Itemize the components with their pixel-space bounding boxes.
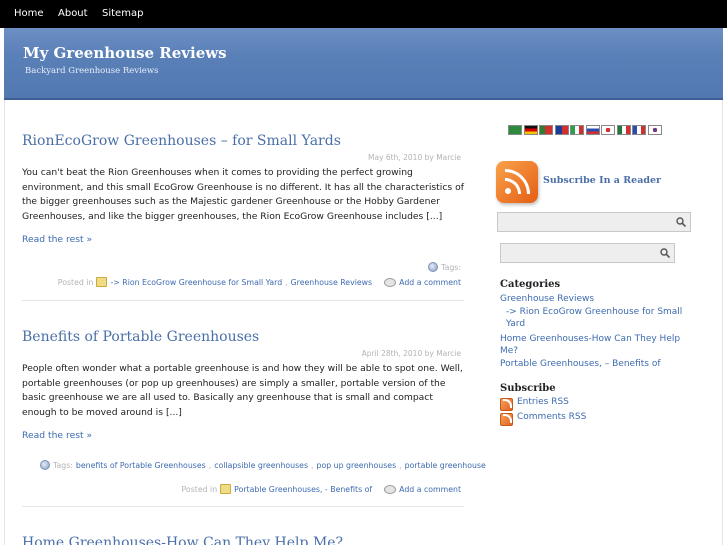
tag-link[interactable]: pop up greenhouses: [317, 461, 397, 470]
comments-rss-link[interactable]: Comments RSS: [517, 411, 586, 423]
germany-flag-icon[interactable]: [523, 125, 538, 135]
subscribe-heading: Subscribe: [500, 383, 556, 394]
category-link[interactable]: -> Rion EcoGrow Greenhouse for Small Yar…: [110, 278, 282, 287]
tags-label: Tags:: [441, 262, 461, 272]
comment-icon: [384, 277, 397, 287]
site-title[interactable]: My Greenhouse Reviews: [23, 44, 227, 62]
read-more-link[interactable]: Read the rest »: [22, 234, 92, 245]
post-excerpt: People often wonder what a portable gree…: [22, 363, 463, 418]
search-icon[interactable]: [676, 217, 686, 227]
folder-icon: [96, 277, 108, 287]
japan-flag-icon[interactable]: [601, 125, 615, 135]
post-footer: Posted in Portable Greenhouses, - Benefi…: [181, 484, 461, 494]
comment-icon: [384, 484, 397, 494]
tag-icon: [428, 262, 439, 272]
post-meta: April 28th, 2010 by Marcie: [362, 349, 461, 358]
search-box-secondary: [500, 243, 675, 263]
tag-icon: [40, 460, 50, 470]
post-date: April 28th, 2010 by: [361, 349, 434, 358]
posted-in-label: Posted in: [181, 484, 218, 494]
sidebar-category-portable[interactable]: Portable Greenhouses, – Benefits of: [500, 358, 661, 370]
site-header: My Greenhouse Reviews Backyard Greenhous…: [4, 28, 723, 100]
sidebar-category-rion-ecogrow[interactable]: -> Rion EcoGrow Greenhouse for Small Yar…: [506, 306, 696, 330]
post-title-home-greenhouses[interactable]: Home Greenhouses-How Can They Help Me?: [22, 535, 343, 545]
mexico-flag-icon[interactable]: [616, 125, 631, 135]
add-comment-link[interactable]: Add a comment: [399, 278, 461, 287]
top-navigation: Home About Sitemap: [0, 0, 727, 28]
post-author: Marcie: [436, 349, 461, 358]
post-tags: Tags:: [428, 262, 461, 272]
category-link[interactable]: Greenhouse Reviews: [291, 278, 372, 287]
italy-flag-icon[interactable]: [570, 125, 584, 135]
tag-link[interactable]: benefits of Portable Greenhouses: [76, 461, 206, 470]
post-divider: [22, 506, 464, 507]
posted-in-label: Posted in: [57, 277, 94, 287]
post-title-portable[interactable]: Benefits of Portable Greenhouses: [22, 329, 259, 345]
post-title-rion-ecogrow[interactable]: RionEcoGrow Greenhouses – for Small Yard…: [22, 133, 341, 149]
rss-icon: [500, 413, 513, 426]
category-link[interactable]: Portable Greenhouses, - Benefits of: [234, 485, 372, 494]
post-date: May 6th, 2010 by: [368, 153, 434, 162]
russia-flag-icon[interactable]: [585, 125, 600, 135]
rss-icon: [500, 398, 513, 411]
saudi-arabia-flag-icon[interactable]: [508, 125, 522, 135]
nav-sitemap-link[interactable]: Sitemap: [102, 8, 143, 19]
read-more-link[interactable]: Read the rest »: [22, 430, 92, 441]
post-excerpt: You can't beat the Rion Greenhouses when…: [22, 167, 464, 222]
add-comment-link[interactable]: Add a comment: [399, 485, 461, 494]
folder-icon: [220, 484, 232, 494]
post-meta: May 6th, 2010 by Marcie: [368, 153, 461, 162]
language-flags: [508, 125, 662, 135]
rss-feed-icon[interactable]: [496, 161, 538, 203]
nav-home-link[interactable]: Home: [14, 8, 44, 19]
nav-about-link[interactable]: About: [58, 8, 88, 19]
search-box: [497, 212, 691, 232]
search-input-secondary[interactable]: [501, 244, 656, 262]
search-icon[interactable]: [660, 248, 670, 258]
tags-label: Tags:: [53, 460, 73, 470]
korea-flag-icon[interactable]: [647, 125, 662, 135]
taiwan-flag-icon[interactable]: [554, 125, 569, 135]
post-tags: Tags: benefits of Portable Greenhouses, …: [40, 460, 486, 470]
sidebar-category-home-greenhouses[interactable]: Home Greenhouses-How Can They Help Me?: [500, 333, 695, 357]
portugal-flag-icon[interactable]: [539, 125, 553, 135]
entries-rss-link[interactable]: Entries RSS: [517, 396, 569, 408]
post-footer: Posted in -> Rion EcoGrow Greenhouse for…: [57, 277, 461, 287]
post-divider: [22, 300, 464, 301]
france-flag-icon[interactable]: [632, 125, 646, 135]
tag-link[interactable]: portable greenhouse: [405, 461, 486, 470]
post-author: Marcie: [436, 153, 461, 162]
subscribe-reader-link[interactable]: Subscribe In a Reader: [543, 175, 661, 186]
sidebar-category-greenhouse-reviews[interactable]: Greenhouse Reviews: [500, 293, 594, 305]
categories-heading: Categories: [500, 279, 561, 290]
search-input[interactable]: [498, 213, 653, 231]
site-tagline: Backyard Greenhouse Reviews: [25, 66, 159, 76]
tag-link[interactable]: collapsible greenhouses: [214, 461, 308, 470]
